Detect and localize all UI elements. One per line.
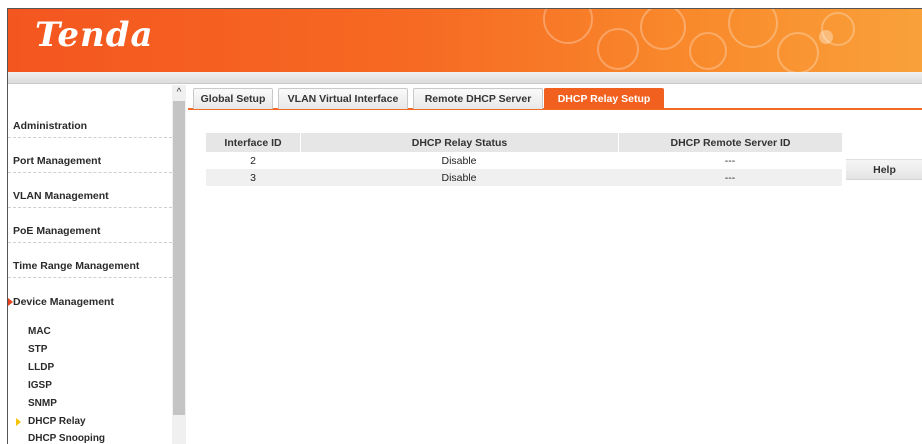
sidebar-subitem-label: DHCP Snooping bbox=[28, 433, 106, 444]
expanded-arrow-icon bbox=[8, 298, 13, 306]
sidebar-item-label: Device Management bbox=[13, 296, 114, 308]
cell-remote-server-id: --- bbox=[724, 171, 736, 184]
tab-dhcp-relay-setup[interactable]: DHCP Relay Setup bbox=[544, 88, 664, 109]
tab-label: VLAN Virtual Interface bbox=[287, 93, 399, 105]
cell-interface-id: 3 bbox=[250, 171, 256, 184]
tenda-logo: Tenda bbox=[35, 15, 154, 55]
active-arrow-icon bbox=[16, 418, 21, 426]
sidebar-item-label: VLAN Management bbox=[13, 190, 109, 202]
scrollbar-thumb[interactable] bbox=[173, 101, 185, 415]
cell-relay-status: Disable bbox=[441, 171, 477, 184]
help-button[interactable]: Help bbox=[846, 159, 922, 180]
sidebar-subitem-dhcp-relay[interactable]: DHCP Relay bbox=[16, 416, 86, 427]
tab-global-setup[interactable]: Global Setup bbox=[193, 88, 273, 109]
sidebar-item-port-management[interactable]: Port Management bbox=[8, 138, 172, 173]
sidebar-subitem-snmp[interactable]: SNMP bbox=[28, 398, 57, 409]
column-header-interface-id: Interface ID bbox=[224, 136, 282, 149]
sidebar-subitem-label: SNMP bbox=[28, 398, 57, 409]
sidebar-subitem-stp[interactable]: STP bbox=[28, 344, 47, 355]
column-header-relay-status: DHCP Relay Status bbox=[300, 133, 618, 152]
tab-remote-dhcp-server[interactable]: Remote DHCP Server bbox=[413, 88, 543, 109]
sidebar-subitem-mac[interactable]: MAC bbox=[28, 326, 51, 337]
cell-relay-status: Disable bbox=[441, 154, 477, 167]
header-strip bbox=[8, 72, 922, 84]
tab-bar: Global Setup VLAN Virtual Interface Remo… bbox=[188, 88, 922, 110]
sidebar-subitem-label: DHCP Relay bbox=[28, 416, 86, 427]
sidebar-item-device-management[interactable]: Device Management bbox=[8, 278, 172, 313]
sidebar-subitem-lldp[interactable]: LLDP bbox=[28, 362, 54, 373]
scroll-up-arrow-icon[interactable]: ^ bbox=[172, 85, 186, 99]
cell-interface-id: 2 bbox=[250, 154, 256, 167]
cell-remote-server-id: --- bbox=[724, 154, 736, 167]
sidebar-subitem-dhcp-snooping[interactable]: DHCP Snooping bbox=[28, 433, 105, 444]
tab-vlan-virtual-interface[interactable]: VLAN Virtual Interface bbox=[278, 88, 408, 109]
sidebar-item-label: PoE Management bbox=[13, 225, 101, 237]
sidebar-item-vlan-management[interactable]: VLAN Management bbox=[8, 173, 172, 208]
tab-label: DHCP Relay Setup bbox=[557, 93, 651, 105]
app-frame: Tenda Administration Port Management VLA… bbox=[7, 8, 922, 444]
sidebar-subitem-label: MAC bbox=[28, 326, 51, 337]
sidebar-item-time-range-management[interactable]: Time Range Management bbox=[8, 243, 172, 278]
sidebar-subitem-label: IGSP bbox=[28, 380, 52, 391]
sidebar-subitem-igsp[interactable]: IGSP bbox=[28, 380, 52, 391]
tab-label: Global Setup bbox=[200, 93, 266, 105]
sidebar-item-label: Time Range Management bbox=[13, 260, 140, 272]
sidebar-subitem-label: LLDP bbox=[28, 362, 55, 373]
sidebar-scrollbar[interactable]: ^ bbox=[172, 85, 186, 444]
sidebar-item-poe-management[interactable]: PoE Management bbox=[8, 208, 172, 243]
table-row[interactable]: 2 Disable --- bbox=[206, 152, 842, 169]
header-banner: Tenda bbox=[8, 9, 922, 72]
sidebar-item-label: Port Management bbox=[13, 155, 102, 167]
column-header-remote-server-id: DHCP Remote Server ID bbox=[618, 133, 842, 152]
sidebar-item-label: Administration bbox=[13, 120, 88, 132]
sidebar-item-administration[interactable]: Administration bbox=[8, 85, 172, 138]
sidebar-subitem-label: STP bbox=[28, 344, 48, 355]
table-header: Interface ID DHCP Relay Status DHCP Remo… bbox=[206, 133, 842, 152]
tab-label: Remote DHCP Server bbox=[424, 93, 532, 105]
table-row[interactable]: 3 Disable --- bbox=[206, 169, 842, 186]
sidebar: Administration Port Management VLAN Mana… bbox=[8, 85, 172, 444]
